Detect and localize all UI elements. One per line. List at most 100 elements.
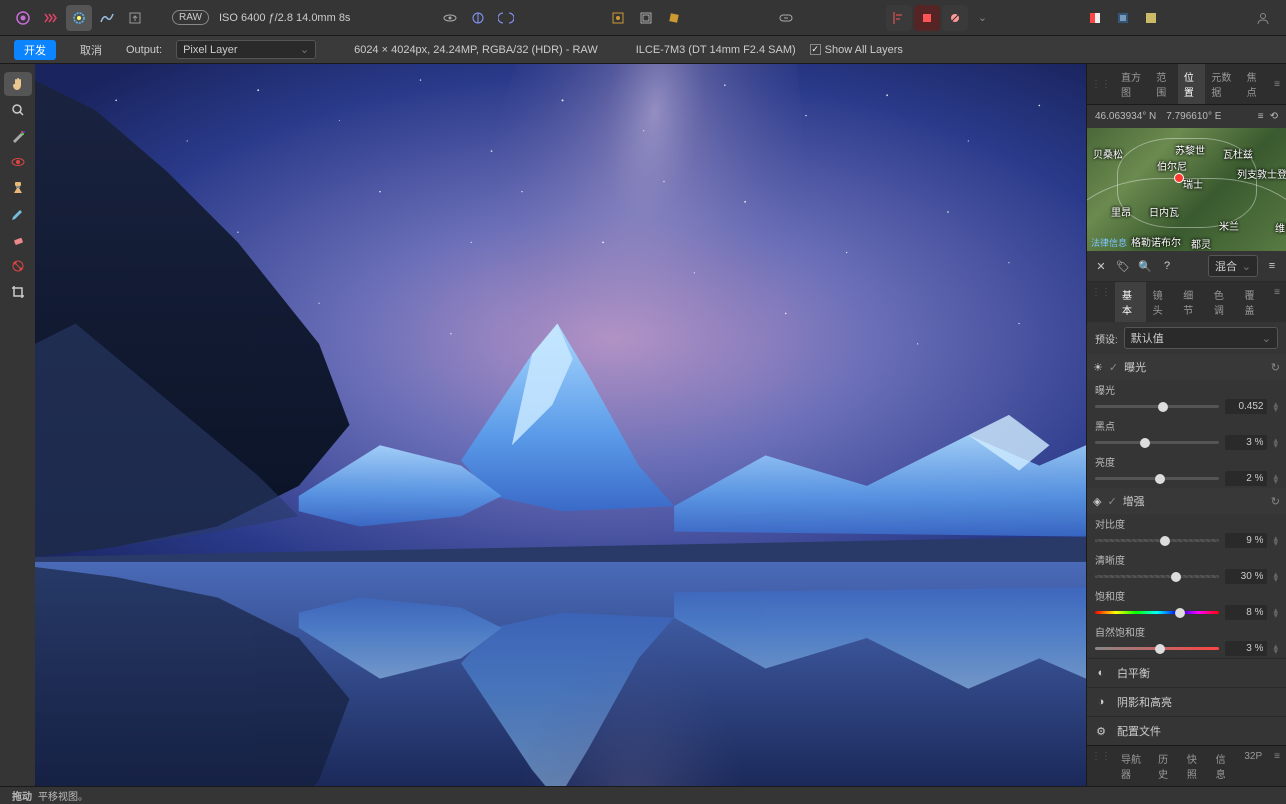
slider-track[interactable]	[1095, 405, 1219, 408]
overlay-paint-tool-icon[interactable]	[4, 202, 32, 226]
slider-track[interactable]	[1095, 575, 1219, 578]
output-select[interactable]: Pixel Layer⌄	[176, 40, 316, 59]
tab-snapshot[interactable]: 快照	[1181, 746, 1210, 786]
section-enhance[interactable]: ◈ ✓ 增强 ↻	[1087, 488, 1286, 514]
tab-32p[interactable]: 32P	[1238, 746, 1268, 786]
tab-lens[interactable]: 镜头	[1146, 282, 1177, 322]
snap-pixel-icon[interactable]	[605, 5, 631, 31]
grip-icon[interactable]: ⋮⋮	[1087, 79, 1115, 90]
slider-stepper[interactable]: ▴▾	[1273, 474, 1278, 484]
white-balance-tool-icon[interactable]	[4, 124, 32, 148]
slider-value-input[interactable]	[1225, 471, 1267, 486]
slider-track[interactable]	[1095, 539, 1219, 542]
slider-value-input[interactable]	[1225, 399, 1267, 414]
persona-tone-icon[interactable]	[94, 5, 120, 31]
persona-liquify-icon[interactable]	[38, 5, 64, 31]
cancel-button[interactable]: 取消	[70, 40, 112, 60]
view-split-icon[interactable]	[465, 5, 491, 31]
snap-grid-icon[interactable]	[633, 5, 659, 31]
map-city-label: 维罗	[1275, 220, 1286, 235]
slider-track[interactable]	[1095, 477, 1219, 480]
slider-value-input[interactable]	[1225, 533, 1267, 548]
crop-tool-icon[interactable]	[4, 280, 32, 304]
map-legal-link[interactable]: 法律信息	[1091, 236, 1127, 249]
view-mirror-icon[interactable]	[493, 5, 519, 31]
overlay-gradient-tool-icon[interactable]	[4, 254, 32, 278]
slider-value-input[interactable]	[1225, 641, 1267, 656]
preset-select[interactable]: 默认值⌄	[1124, 327, 1278, 349]
bottom-panel-tabs: ⋮⋮ 导航器 历史 快照 信息 32P ≡	[1087, 745, 1286, 786]
red-eye-tool-icon[interactable]	[4, 150, 32, 174]
alignment-right-icon[interactable]	[942, 5, 968, 31]
search-icon[interactable]: 🔍	[1137, 260, 1153, 273]
swatches-icon[interactable]	[1082, 5, 1108, 31]
blemish-tool-icon[interactable]	[4, 176, 32, 200]
collapsed-section[interactable]: ⚙配置文件	[1087, 716, 1286, 745]
persona-develop-icon[interactable]	[66, 5, 92, 31]
enhance-icon: ◈	[1093, 495, 1101, 508]
tab-info[interactable]: 信息	[1210, 746, 1239, 786]
tab-histogram[interactable]: 直方图	[1115, 64, 1150, 104]
exposure-icon: ☀	[1093, 361, 1103, 374]
panel-menu-icon[interactable]: ≡	[1268, 79, 1286, 90]
tab-overlay[interactable]: 覆盖	[1238, 282, 1269, 322]
slider-value-input[interactable]	[1225, 435, 1267, 450]
dev-panel-menu-icon[interactable]: ≡	[1268, 282, 1286, 322]
help-icon[interactable]: ?	[1159, 260, 1175, 272]
notes-icon[interactable]	[1138, 5, 1164, 31]
slider-track[interactable]	[1095, 611, 1219, 614]
account-icon[interactable]	[1250, 5, 1276, 31]
slider-stepper[interactable]: ▴▾	[1273, 644, 1278, 654]
view-clip-shadows-icon[interactable]	[437, 5, 463, 31]
slider-stepper[interactable]: ▴▾	[1273, 402, 1278, 412]
persona-photo-icon[interactable]	[10, 5, 36, 31]
slider-value-input[interactable]	[1225, 605, 1267, 620]
slider-stepper[interactable]: ▴▾	[1273, 572, 1278, 582]
coords-locate-icon[interactable]: ⟲	[1270, 111, 1278, 122]
slider-track[interactable]	[1095, 647, 1219, 650]
tab-history[interactable]: 历史	[1152, 746, 1181, 786]
right-panel: ⋮⋮ 直方图 范围 位置 元数据 焦点 ≡ 46.063934° N 7.796…	[1086, 64, 1286, 786]
toggle-link-icon[interactable]	[773, 5, 799, 31]
location-map[interactable]: 贝桑松苏黎世伯尔尼瓦杜兹瑞士列支敦士登里昂日内瓦米兰维罗格勒诺布尔都灵热那亚比萨…	[1087, 128, 1286, 251]
hand-tool-icon[interactable]	[4, 72, 32, 96]
collapsed-section[interactable]: ◐白平衡	[1087, 658, 1286, 687]
panel-menu-icon[interactable]: ≡	[1264, 260, 1280, 272]
tab-basic[interactable]: 基本	[1115, 282, 1146, 322]
snap-rotate-icon[interactable]	[661, 5, 687, 31]
slider-stepper[interactable]: ▴▾	[1273, 438, 1278, 448]
blend-mode-select[interactable]: 混合⌄	[1208, 255, 1258, 277]
overlay-erase-tool-icon[interactable]	[4, 228, 32, 252]
slider-stepper[interactable]: ▴▾	[1273, 536, 1278, 546]
reset-exposure-icon[interactable]: ↻	[1271, 361, 1280, 374]
reset-enhance-icon[interactable]: ↻	[1271, 495, 1280, 508]
tab-metadata[interactable]: 元数据	[1205, 64, 1240, 104]
show-all-layers-checkbox[interactable]	[810, 44, 821, 55]
canvas-viewport[interactable]	[35, 64, 1086, 786]
alignment-left-icon[interactable]	[886, 5, 912, 31]
develop-button[interactable]: 开发	[14, 40, 56, 60]
collapsed-section[interactable]: ◑阴影和高亮	[1087, 687, 1286, 716]
tab-navigator[interactable]: 导航器	[1115, 746, 1152, 786]
slider-stepper[interactable]: ▴▾	[1273, 608, 1278, 618]
slider-track[interactable]	[1095, 441, 1219, 444]
section-title: 配置文件	[1117, 723, 1161, 739]
status-hint: 平移视图。	[38, 788, 88, 803]
status-bar: 拖动 平移视图。	[0, 786, 1286, 804]
alignment-more-icon[interactable]: ⌄	[970, 5, 996, 31]
tab-detail[interactable]: 细节	[1176, 282, 1207, 322]
tag-icon[interactable]: 🏷	[1115, 260, 1131, 273]
zoom-tool-icon[interactable]	[4, 98, 32, 122]
tab-tone[interactable]: 色调	[1207, 282, 1238, 322]
section-exposure[interactable]: ☀ ✓ 曝光 ↻	[1087, 354, 1286, 380]
slider-value-input[interactable]	[1225, 569, 1267, 584]
coords-list-icon[interactable]: ≡	[1258, 111, 1264, 122]
tab-location[interactable]: 位置	[1178, 64, 1206, 104]
assets-icon[interactable]	[1110, 5, 1136, 31]
bottom-panel-menu-icon[interactable]: ≡	[1268, 746, 1286, 786]
persona-export-icon[interactable]	[122, 5, 148, 31]
tab-scope[interactable]: 范围	[1150, 64, 1178, 104]
close-icon[interactable]: ✕	[1093, 260, 1109, 273]
alignment-center-icon[interactable]	[914, 5, 940, 31]
tab-focus[interactable]: 焦点	[1241, 64, 1269, 104]
